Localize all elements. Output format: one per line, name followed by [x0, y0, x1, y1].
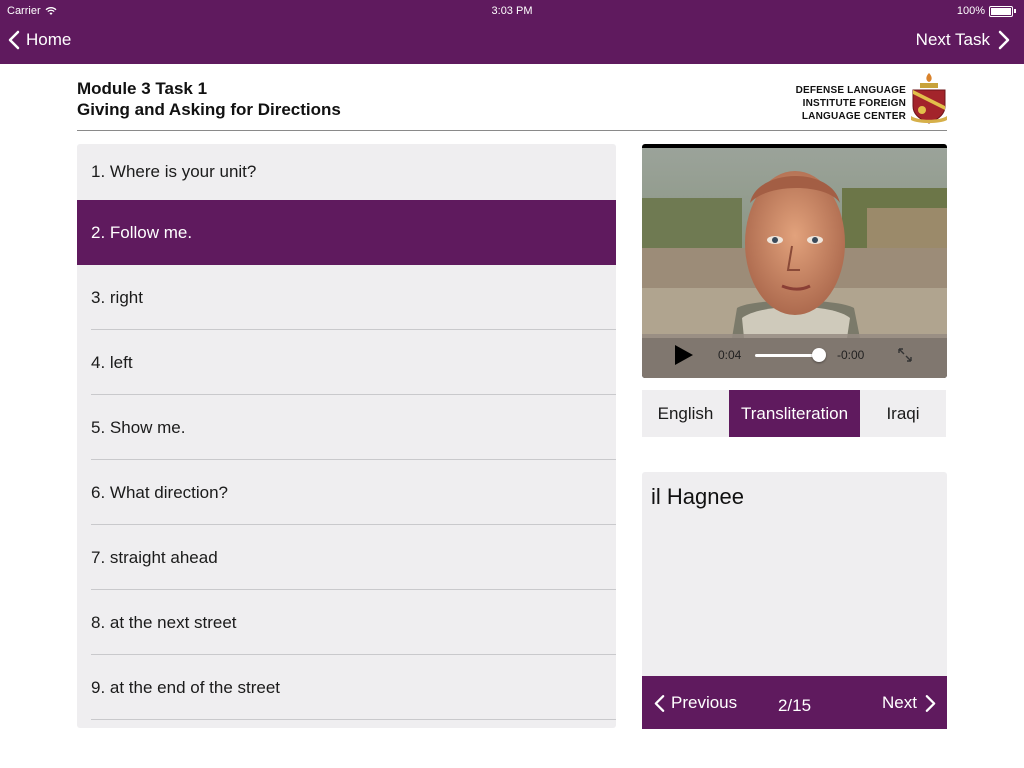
dli-logo: DEFENSE LANGUAGE INSTITUTE FOREIGN LANGU…	[784, 72, 954, 124]
list-item-selected[interactable]: 2. Follow me.	[77, 200, 616, 265]
list-item[interactable]: 8. at the next street	[77, 590, 616, 655]
status-bar: Carrier 3:03 PM 100%	[0, 0, 1024, 22]
navigation-bar: Carrier 3:03 PM 100% Home Next Task	[0, 0, 1024, 64]
chevron-right-icon	[925, 694, 936, 712]
list-item[interactable]: 3. right	[77, 265, 616, 330]
battery-percent: 100%	[956, 5, 985, 17]
page-title: Module 3 Task 1 Giving and Asking for Di…	[77, 78, 341, 120]
battery-info: 100%	[957, 5, 1016, 17]
video-frame	[642, 148, 947, 338]
remaining-time: -0:00	[837, 348, 865, 362]
home-label: Home	[26, 30, 72, 49]
tab-english[interactable]: English	[642, 390, 729, 437]
module-label: Module 3 Task 1	[77, 79, 208, 98]
language-segmented-control: English Transliteration Iraqi	[642, 390, 946, 437]
next-task-button[interactable]: Next Task	[916, 30, 1010, 50]
battery-icon	[989, 5, 1013, 17]
home-button[interactable]: Home	[8, 30, 71, 50]
status-time: 3:03 PM	[491, 5, 533, 17]
translation-text: il Hagnee	[651, 484, 744, 509]
list-item[interactable]: 7. straight ahead	[77, 525, 616, 590]
next-button[interactable]: Next	[882, 693, 936, 713]
chevron-left-icon	[8, 30, 20, 50]
chevron-right-icon	[998, 30, 1010, 50]
logo-text: DEFENSE LANGUAGE INSTITUTE FOREIGN LANGU…	[795, 85, 906, 122]
next-task-label: Next Task	[915, 30, 990, 49]
phrase-list: 1. Where is your unit? 2. Follow me. 3. …	[77, 144, 616, 728]
play-icon[interactable]	[675, 345, 693, 365]
fullscreen-icon[interactable]	[897, 347, 913, 363]
list-item[interactable]: 4. left	[77, 330, 616, 395]
tab-transliteration[interactable]: Transliteration	[729, 390, 860, 437]
list-item[interactable]: 5. Show me.	[77, 395, 616, 460]
list-item[interactable]: 9. at the end of the street	[77, 655, 616, 720]
video-controls: 0:04 -0:00	[642, 334, 947, 378]
video-player[interactable]: 0:04 -0:00	[642, 144, 947, 378]
next-label: Next	[882, 693, 917, 712]
list-item[interactable]: 6. What direction?	[77, 460, 616, 525]
tab-iraqi[interactable]: Iraqi	[860, 390, 946, 437]
crest-icon	[911, 73, 947, 124]
phrase-pager: Previous 2/15 Next	[642, 676, 947, 729]
elapsed-time: 0:04	[718, 348, 742, 362]
task-subtitle: Giving and Asking for Directions	[77, 100, 341, 119]
header-divider	[77, 130, 947, 131]
list-item[interactable]: 1. Where is your unit?	[77, 144, 616, 200]
scrubber-handle[interactable]	[812, 348, 826, 362]
translation-panel: il Hagnee	[642, 472, 947, 676]
